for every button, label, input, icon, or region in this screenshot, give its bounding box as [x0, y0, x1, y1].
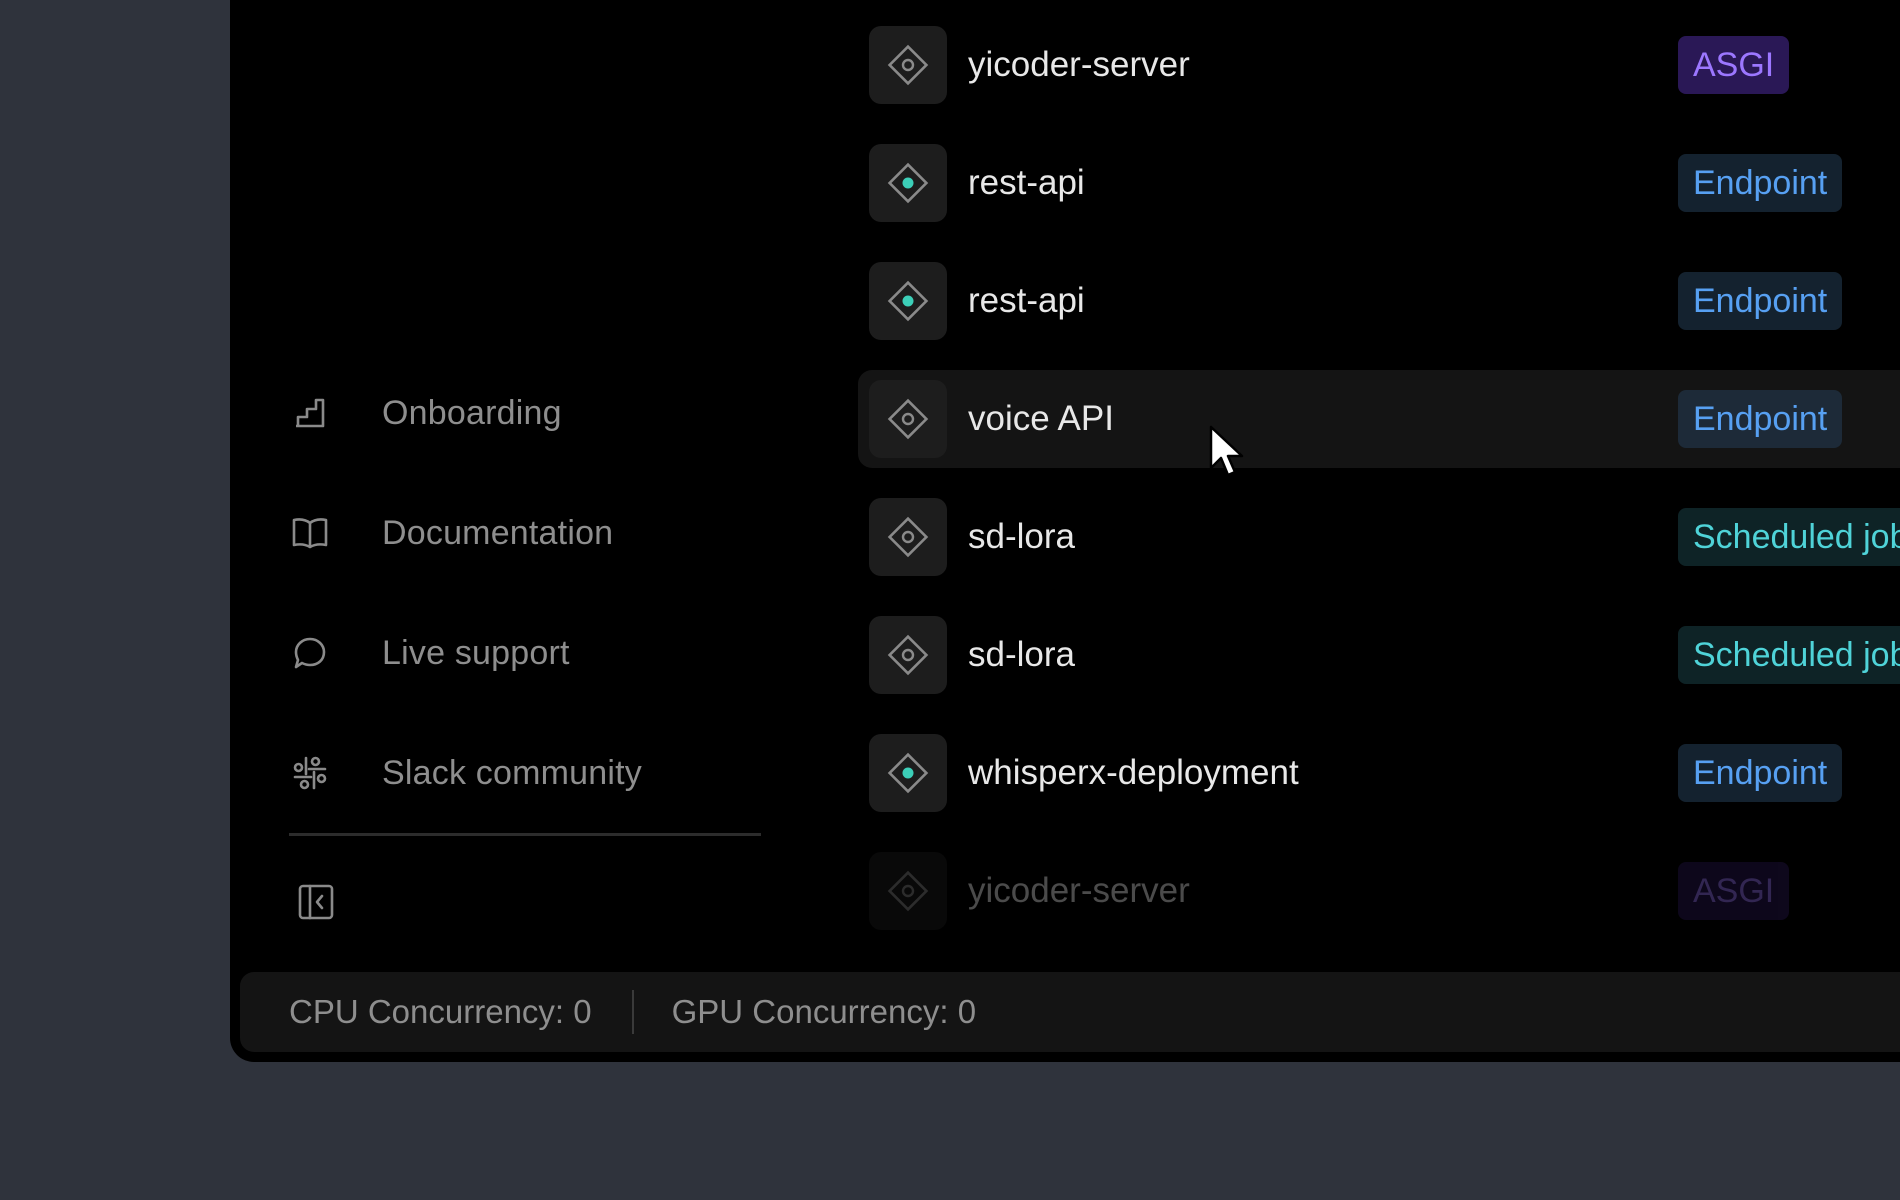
app-type-badge: Endpoint — [1678, 390, 1843, 448]
sidebar-item-label: Slack community — [382, 753, 642, 792]
app-name: sd-lora — [968, 635, 1075, 674]
app-status-icon — [869, 616, 947, 694]
app-name: yicoder-server — [968, 871, 1190, 910]
app-name: whisperx-deployment — [968, 753, 1299, 792]
app-status-icon — [869, 26, 947, 104]
app-status-icon — [869, 380, 947, 458]
sidebar-collapse-icon — [297, 883, 335, 926]
app-row[interactable]: whisperx-deployment Endpoint — [858, 724, 1900, 822]
sidebar-item-label: Onboarding — [382, 393, 562, 432]
app-type-badge: Scheduled job — [1678, 626, 1900, 684]
app-type-badge: Scheduled job — [1678, 508, 1900, 566]
app-name: rest-api — [968, 281, 1085, 320]
sidebar: Onboarding Documentation Live support Sl… — [230, 0, 790, 960]
status-bar: CPU Concurrency: 0 GPU Concurrency: 0 — [240, 972, 1900, 1052]
app-list: yicoder-server ASGI rest-api Endpoint re… — [858, 0, 1900, 960]
app-status-active-icon — [869, 262, 947, 340]
app-type-badge: Endpoint — [1678, 744, 1843, 802]
app-row[interactable]: sd-lora Scheduled job — [858, 606, 1900, 704]
chat-bubble-icon — [290, 633, 330, 673]
app-row[interactable]: yicoder-server ASGI — [858, 16, 1900, 114]
app-type-badge: ASGI — [1678, 862, 1790, 920]
app-name: rest-api — [968, 163, 1085, 202]
app-name: sd-lora — [968, 517, 1075, 556]
app-status-icon — [869, 498, 947, 576]
app-name: voice API — [968, 399, 1114, 438]
app-type-badge: ASGI — [1678, 36, 1790, 94]
sidebar-item-onboarding[interactable]: Onboarding — [290, 383, 760, 443]
stairs-icon — [290, 393, 330, 433]
app-status-icon — [869, 852, 947, 930]
app-name: yicoder-server — [968, 45, 1190, 84]
sidebar-collapse-button[interactable] — [296, 884, 336, 924]
sidebar-item-live-support[interactable]: Live support — [290, 623, 760, 683]
sidebar-item-slack-community[interactable]: Slack community — [290, 743, 760, 803]
gpu-concurrency: GPU Concurrency: 0 — [671, 993, 977, 1030]
app-row[interactable]: rest-api Endpoint — [858, 134, 1900, 232]
app-status-active-icon — [869, 144, 947, 222]
status-separator — [631, 990, 634, 1034]
sidebar-item-documentation[interactable]: Documentation — [290, 503, 760, 563]
sidebar-item-label: Documentation — [382, 513, 614, 552]
app-row[interactable]: yicoder-server ASGI — [858, 842, 1900, 940]
cpu-concurrency: CPU Concurrency: 0 — [289, 993, 592, 1030]
app-status-active-icon — [869, 734, 947, 812]
app-window: Onboarding Documentation Live support Sl… — [230, 0, 1900, 1062]
app-row[interactable]: sd-lora Scheduled job — [858, 488, 1900, 586]
app-type-badge: Endpoint — [1678, 154, 1843, 212]
sidebar-item-label: Live support — [382, 633, 570, 672]
app-row[interactable]: voice API Endpoint — [858, 370, 1900, 468]
slack-icon — [290, 753, 330, 793]
book-icon — [290, 513, 330, 553]
app-row[interactable]: rest-api Endpoint — [858, 252, 1900, 350]
app-type-badge: Endpoint — [1678, 272, 1843, 330]
sidebar-divider — [289, 833, 761, 836]
